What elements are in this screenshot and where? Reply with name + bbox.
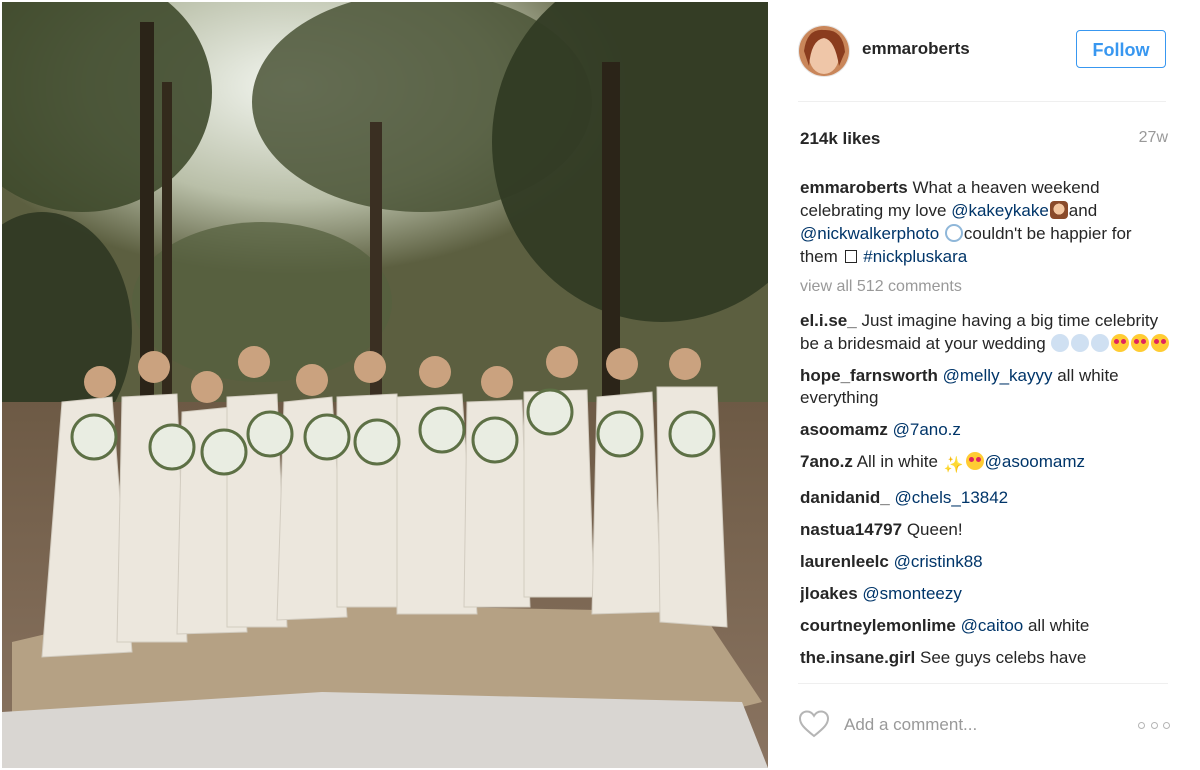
heart-eyes-emoji-icon bbox=[1111, 333, 1130, 352]
comment-mention[interactable]: @smonteezy bbox=[862, 584, 961, 603]
missing-glyph-icon bbox=[844, 250, 857, 263]
comment-mention[interactable]: @cristink88 bbox=[894, 552, 983, 571]
comment-item: laurenleelc @cristink88 bbox=[800, 551, 1180, 574]
comment-username[interactable]: 7ano.z bbox=[800, 452, 853, 471]
heart-eyes-emoji-icon bbox=[965, 452, 984, 470]
follow-button[interactable]: Follow bbox=[1076, 30, 1166, 68]
post-author-username[interactable]: emmaroberts bbox=[862, 39, 970, 59]
comment-item: jloakes @smonteezy bbox=[800, 583, 1180, 606]
caption-text-2: and bbox=[1068, 201, 1098, 220]
comment-text: All in white bbox=[856, 452, 938, 471]
comment-username[interactable]: danidanid_ bbox=[800, 488, 890, 507]
more-options-icon[interactable] bbox=[1138, 719, 1170, 731]
comment-item: danidanid_ @chels_13842 bbox=[800, 487, 1180, 510]
comment-mention[interactable]: @chels_13842 bbox=[894, 488, 1008, 507]
like-button[interactable] bbox=[798, 709, 830, 739]
heart-eyes-emoji-icon bbox=[1131, 333, 1150, 352]
caption-mention-2[interactable]: @nickwalkerphoto bbox=[800, 224, 939, 243]
avatar-image bbox=[799, 26, 849, 76]
comment-text: all white bbox=[1027, 616, 1090, 635]
avatar[interactable] bbox=[798, 25, 850, 77]
heart-outline-icon bbox=[798, 710, 830, 738]
post-window: emmaroberts Follow 214k likes 27w emmaro… bbox=[0, 0, 1200, 770]
comment-mention[interactable]: @caitoo bbox=[961, 616, 1024, 635]
post-photo[interactable] bbox=[2, 2, 768, 768]
comment-username[interactable]: the.insane.girl bbox=[800, 648, 915, 667]
add-comment-input[interactable] bbox=[844, 713, 1064, 737]
sparkles-emoji-icon: ✨ bbox=[943, 457, 964, 474]
view-all-comments-link[interactable]: view all 512 comments bbox=[800, 278, 962, 296]
comment-item: courtneylemonlime @caitoo all white bbox=[800, 615, 1180, 638]
comment-item: nastua14797 Queen! bbox=[800, 519, 1180, 542]
comment-username[interactable]: el.i.se_ bbox=[800, 311, 857, 330]
comment-text: See guys celebs have bbox=[919, 648, 1087, 667]
comment-username[interactable]: jloakes bbox=[800, 584, 858, 603]
comment-item: the.insane.girl See guys celebs have bbox=[800, 647, 1180, 670]
scream-emoji-icon bbox=[1071, 333, 1090, 352]
caption-mention-1[interactable]: @kakeykake bbox=[951, 201, 1049, 220]
comment-username[interactable]: laurenleelc bbox=[800, 552, 889, 571]
comment-username[interactable]: courtneylemonlime bbox=[800, 616, 956, 635]
ring-emoji-icon bbox=[944, 224, 963, 242]
post-caption: emmaroberts What a heaven weekend celebr… bbox=[800, 176, 1170, 268]
comment-mention[interactable]: @7ano.z bbox=[893, 420, 961, 439]
heart-eyes-emoji-icon bbox=[1151, 333, 1170, 352]
footer-divider bbox=[798, 683, 1168, 684]
comment-mention[interactable]: @asoomamz bbox=[985, 452, 1085, 471]
comment-item: asoomamz @7ano.z bbox=[800, 419, 1180, 442]
bridesmaids-photo bbox=[2, 2, 768, 768]
comment-username[interactable]: hope_farnsworth bbox=[800, 366, 938, 385]
comment-item: hope_farnsworth @melly_kayyy all white e… bbox=[800, 365, 1180, 410]
comment-text: Queen! bbox=[906, 520, 963, 539]
dot bbox=[1163, 721, 1170, 729]
comment-username[interactable]: asoomamz bbox=[800, 420, 888, 439]
caption-hashtag[interactable]: #nickpluskara bbox=[863, 247, 967, 266]
girl-emoji-icon bbox=[1049, 201, 1068, 219]
post-details-panel: emmaroberts Follow 214k likes 27w emmaro… bbox=[770, 0, 1200, 770]
dot bbox=[1138, 721, 1145, 729]
header-divider bbox=[798, 101, 1166, 102]
comments-list: el.i.se_ Just imagine having a big time … bbox=[800, 310, 1180, 684]
comment-item: 7ano.z All in white ✨ @asoomamz bbox=[800, 451, 1180, 478]
post-age[interactable]: 27w bbox=[1139, 129, 1168, 147]
comment-username[interactable]: nastua14797 bbox=[800, 520, 902, 539]
scream-emoji-icon bbox=[1051, 333, 1070, 352]
comment-mention[interactable]: @melly_kayyy bbox=[943, 366, 1053, 385]
caption-username[interactable]: emmaroberts bbox=[800, 178, 908, 197]
likes-count[interactable]: 214k likes bbox=[800, 129, 880, 149]
comment-item: el.i.se_ Just imagine having a big time … bbox=[800, 310, 1180, 355]
dot bbox=[1150, 721, 1158, 729]
scream-emoji-icon bbox=[1091, 333, 1110, 352]
